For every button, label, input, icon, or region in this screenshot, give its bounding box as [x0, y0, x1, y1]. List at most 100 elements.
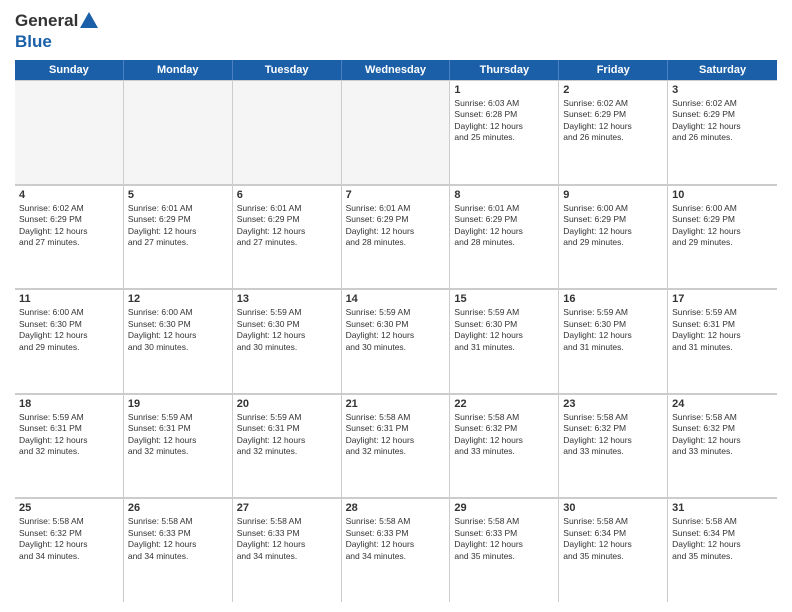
day-number: 31	[672, 502, 773, 514]
calendar-cell: 13 Sunrise: 5:59 AM Sunset: 6:30 PM Dayli…	[233, 289, 342, 393]
day-number: 10	[672, 189, 773, 201]
logo-icon	[78, 10, 100, 32]
header: General Blue	[15, 10, 777, 52]
calendar-cell: 22 Sunrise: 5:58 AM Sunset: 6:32 PM Dayli…	[450, 394, 559, 498]
cell-info: Sunrise: 5:59 AM Sunset: 6:30 PM Dayligh…	[346, 307, 446, 353]
day-number: 24	[672, 398, 773, 410]
calendar-cell: 8Sunrise: 6:01 AM Sunset: 6:29 PM Daylig…	[450, 185, 559, 289]
calendar-cell: 18Sunrise: 5:59 AM Sunset: 6:31 PM Dayli…	[15, 394, 124, 498]
day-number: 9	[563, 189, 663, 201]
calendar-row-5: 25 Sunrise: 5:58 AM Sunset: 6:32 PM Dayli…	[15, 498, 777, 602]
calendar-cell: 26Sunrise: 5:58 AM Sunset: 6:33 PM Dayli…	[124, 498, 233, 602]
cell-info: Sunrise: 6:00 AM Sunset: 6:30 PM Dayligh…	[19, 307, 119, 353]
cell-info: Sunrise: 6:00 AM Sunset: 6:29 PM Dayligh…	[672, 203, 773, 249]
day-number: 5	[128, 189, 228, 201]
header-day-sunday: Sunday	[15, 60, 124, 80]
calendar-row-3: 11 Sunrise: 6:00 AM Sunset: 6:30 PM Dayli…	[15, 289, 777, 394]
calendar-cell: 28 Sunrise: 5:58 AM Sunset: 6:33 PM Dayli…	[342, 498, 451, 602]
calendar-cell: 15 Sunrise: 5:59 AM Sunset: 6:30 PM Dayli…	[450, 289, 559, 393]
day-number: 7	[346, 189, 446, 201]
calendar-cell: 24 Sunrise: 5:58 AM Sunset: 6:32 PM Dayli…	[668, 394, 777, 498]
cell-info: Sunrise: 6:03 AM Sunset: 6:28 PM Dayligh…	[454, 98, 554, 144]
cell-info: Sunrise: 6:01 AM Sunset: 6:29 PM Dayligh…	[454, 203, 554, 249]
calendar-cell: 7 Sunrise: 6:01 AM Sunset: 6:29 PM Daylig…	[342, 185, 451, 289]
cell-info: Sunrise: 5:58 AM Sunset: 6:32 PM Dayligh…	[454, 412, 554, 458]
cell-info: Sunrise: 5:58 AM Sunset: 6:33 PM Dayligh…	[346, 516, 446, 562]
day-number: 1	[454, 84, 554, 96]
day-number: 4	[19, 189, 119, 201]
calendar-cell: 16 Sunrise: 5:59 AM Sunset: 6:30 PM Dayli…	[559, 289, 668, 393]
calendar-cell: 3 Sunrise: 6:02 AM Sunset: 6:29 PM Daylig…	[668, 80, 777, 184]
day-number: 28	[346, 502, 446, 514]
calendar-cell: 25 Sunrise: 5:58 AM Sunset: 6:32 PM Dayli…	[15, 498, 124, 602]
day-number: 29	[454, 502, 554, 514]
day-number: 21	[346, 398, 446, 410]
calendar-cell: 1 Sunrise: 6:03 AM Sunset: 6:28 PM Daylig…	[450, 80, 559, 184]
cell-info: Sunrise: 5:58 AM Sunset: 6:32 PM Dayligh…	[19, 516, 119, 562]
logo: General Blue	[15, 10, 100, 52]
calendar-cell: 17 Sunrise: 5:59 AM Sunset: 6:31 PM Dayli…	[668, 289, 777, 393]
day-number: 19	[128, 398, 228, 410]
calendar-cell: 20Sunrise: 5:59 AM Sunset: 6:31 PM Dayli…	[233, 394, 342, 498]
day-number: 25	[19, 502, 119, 514]
cell-info: Sunrise: 5:59 AM Sunset: 6:30 PM Dayligh…	[237, 307, 337, 353]
day-number: 17	[672, 293, 773, 305]
calendar-cell	[15, 80, 124, 184]
header-day-saturday: Saturday	[668, 60, 777, 80]
header-day-monday: Monday	[124, 60, 233, 80]
cell-info: Sunrise: 5:59 AM Sunset: 6:31 PM Dayligh…	[19, 412, 119, 458]
day-number: 22	[454, 398, 554, 410]
cell-info: Sunrise: 5:58 AM Sunset: 6:31 PM Dayligh…	[346, 412, 446, 458]
day-number: 2	[563, 84, 663, 96]
cell-info: Sunrise: 6:01 AM Sunset: 6:29 PM Dayligh…	[128, 203, 228, 249]
calendar-cell: 23Sunrise: 5:58 AM Sunset: 6:32 PM Dayli…	[559, 394, 668, 498]
calendar-cell: 27Sunrise: 5:58 AM Sunset: 6:33 PM Dayli…	[233, 498, 342, 602]
calendar-cell: 5 Sunrise: 6:01 AM Sunset: 6:29 PM Daylig…	[124, 185, 233, 289]
calendar-header: SundayMondayTuesdayWednesdayThursdayFrid…	[15, 60, 777, 80]
cell-info: Sunrise: 6:01 AM Sunset: 6:29 PM Dayligh…	[237, 203, 337, 249]
day-number: 6	[237, 189, 337, 201]
calendar-cell	[342, 80, 451, 184]
cell-info: Sunrise: 6:00 AM Sunset: 6:30 PM Dayligh…	[128, 307, 228, 353]
day-number: 15	[454, 293, 554, 305]
cell-info: Sunrise: 5:59 AM Sunset: 6:30 PM Dayligh…	[563, 307, 663, 353]
header-day-tuesday: Tuesday	[233, 60, 342, 80]
calendar-cell: 6 Sunrise: 6:01 AM Sunset: 6:29 PM Daylig…	[233, 185, 342, 289]
day-number: 26	[128, 502, 228, 514]
day-number: 12	[128, 293, 228, 305]
calendar-cell	[124, 80, 233, 184]
calendar-cell: 9 Sunrise: 6:00 AM Sunset: 6:29 PM Daylig…	[559, 185, 668, 289]
cell-info: Sunrise: 5:59 AM Sunset: 6:31 PM Dayligh…	[672, 307, 773, 353]
calendar-cell: 2 Sunrise: 6:02 AM Sunset: 6:29 PM Daylig…	[559, 80, 668, 184]
day-number: 30	[563, 502, 663, 514]
calendar-cell: 19Sunrise: 5:59 AM Sunset: 6:31 PM Dayli…	[124, 394, 233, 498]
calendar-row-2: 4 Sunrise: 6:02 AM Sunset: 6:29 PM Daylig…	[15, 185, 777, 290]
header-day-thursday: Thursday	[450, 60, 559, 80]
calendar-cell	[233, 80, 342, 184]
calendar-body: 1 Sunrise: 6:03 AM Sunset: 6:28 PM Daylig…	[15, 80, 777, 602]
cell-info: Sunrise: 5:58 AM Sunset: 6:32 PM Dayligh…	[672, 412, 773, 458]
cell-info: Sunrise: 5:59 AM Sunset: 6:30 PM Dayligh…	[454, 307, 554, 353]
day-number: 16	[563, 293, 663, 305]
page: General Blue SundayMondayTuesdayWednesda…	[0, 0, 792, 612]
cell-info: Sunrise: 5:58 AM Sunset: 6:33 PM Dayligh…	[237, 516, 337, 562]
cell-info: Sunrise: 6:00 AM Sunset: 6:29 PM Dayligh…	[563, 203, 663, 249]
cell-info: Sunrise: 5:59 AM Sunset: 6:31 PM Dayligh…	[237, 412, 337, 458]
cell-info: Sunrise: 6:02 AM Sunset: 6:29 PM Dayligh…	[563, 98, 663, 144]
calendar-row-1: 1 Sunrise: 6:03 AM Sunset: 6:28 PM Daylig…	[15, 80, 777, 185]
cell-info: Sunrise: 6:02 AM Sunset: 6:29 PM Dayligh…	[672, 98, 773, 144]
day-number: 11	[19, 293, 119, 305]
calendar-cell: 21 Sunrise: 5:58 AM Sunset: 6:31 PM Dayli…	[342, 394, 451, 498]
day-number: 14	[346, 293, 446, 305]
day-number: 3	[672, 84, 773, 96]
calendar-cell: 12 Sunrise: 6:00 AM Sunset: 6:30 PM Dayli…	[124, 289, 233, 393]
cell-info: Sunrise: 6:01 AM Sunset: 6:29 PM Dayligh…	[346, 203, 446, 249]
day-number: 13	[237, 293, 337, 305]
day-number: 23	[563, 398, 663, 410]
calendar: SundayMondayTuesdayWednesdayThursdayFrid…	[15, 60, 777, 602]
calendar-row-4: 18Sunrise: 5:59 AM Sunset: 6:31 PM Dayli…	[15, 394, 777, 499]
calendar-cell: 31Sunrise: 5:58 AM Sunset: 6:34 PM Dayli…	[668, 498, 777, 602]
cell-info: Sunrise: 6:02 AM Sunset: 6:29 PM Dayligh…	[19, 203, 119, 249]
logo-general: General	[15, 11, 78, 31]
logo-blue: Blue	[15, 32, 100, 52]
